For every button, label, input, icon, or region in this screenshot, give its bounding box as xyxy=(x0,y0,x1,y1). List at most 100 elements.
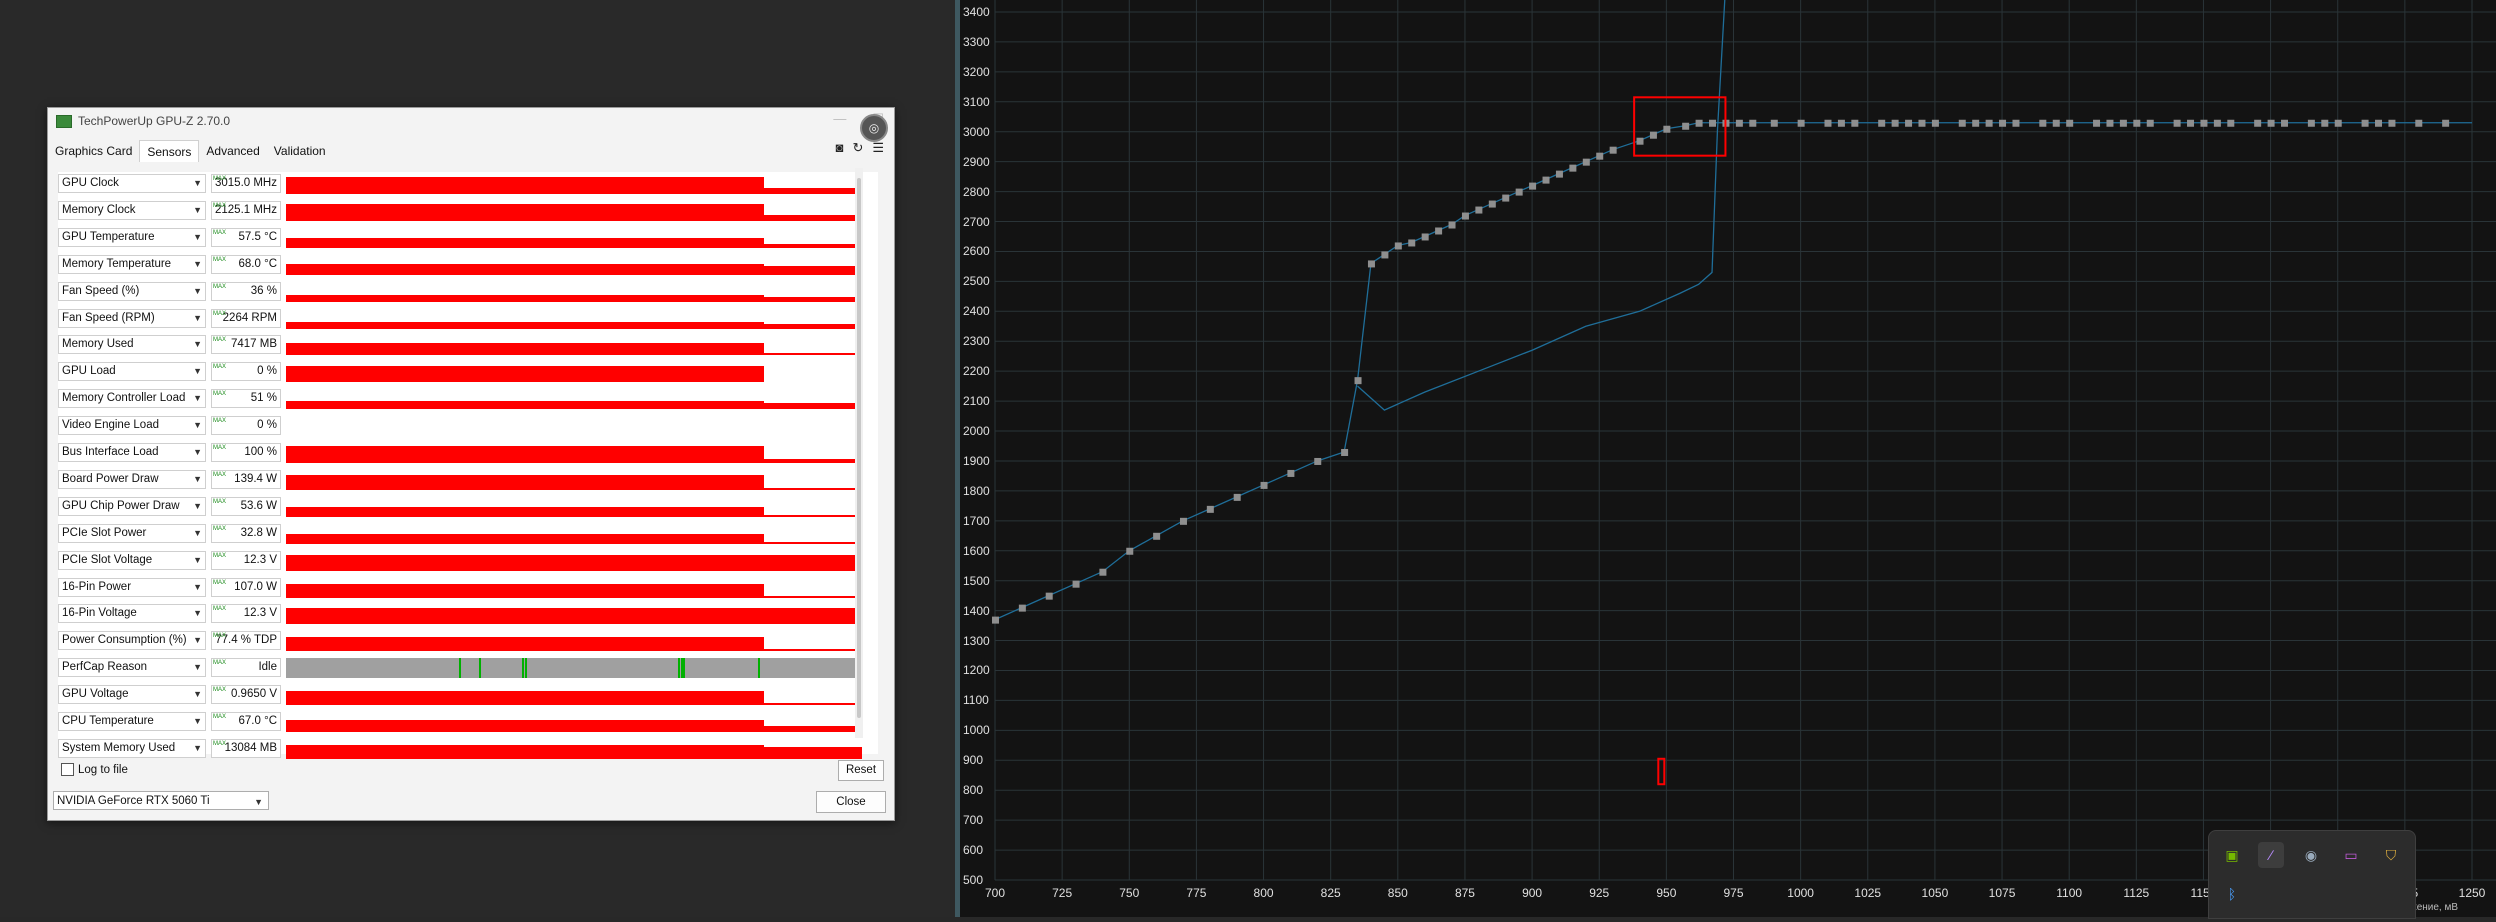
curve-point[interactable] xyxy=(1770,119,1778,127)
curve-point[interactable] xyxy=(1475,206,1483,214)
curve-point[interactable] xyxy=(1529,182,1537,190)
log-checkbox[interactable] xyxy=(61,763,74,776)
curve-point[interactable] xyxy=(1555,170,1563,178)
curve-point[interactable] xyxy=(2281,119,2289,127)
curve-point[interactable] xyxy=(1972,119,1980,127)
sensor-name-dropdown[interactable]: 16-Pin Power ▼ xyxy=(58,577,206,597)
tab-validation[interactable]: Validation xyxy=(267,140,333,162)
curve-point[interactable] xyxy=(1099,568,1107,576)
curve-point[interactable] xyxy=(992,616,999,624)
curve-point[interactable] xyxy=(2187,119,2195,127)
curve-point[interactable] xyxy=(2321,119,2329,127)
curve-point[interactable] xyxy=(1260,481,1268,489)
curve-point[interactable] xyxy=(2039,119,2047,127)
sensor-name-dropdown[interactable]: Memory Used ▼ xyxy=(58,335,206,355)
sensor-name-dropdown[interactable]: 16-Pin Voltage ▼ xyxy=(58,604,206,624)
sensor-name-dropdown[interactable]: CPU Temperature ▼ xyxy=(58,712,206,731)
gpu-select[interactable]: NVIDIA GeForce RTX 5060 Ti ▼ xyxy=(53,791,269,810)
curve-point[interactable] xyxy=(1018,604,1026,612)
curve-point[interactable] xyxy=(1367,260,1375,268)
gpuz-logo-icon[interactable]: ◎ xyxy=(860,114,888,142)
curve-point[interactable] xyxy=(2361,119,2369,127)
curve-point[interactable] xyxy=(2012,119,2020,127)
camera-icon[interactable]: ◙ xyxy=(836,140,844,156)
refresh-icon[interactable]: ↻ xyxy=(852,140,863,156)
curve-point[interactable] xyxy=(2213,119,2221,127)
curve-point[interactable] xyxy=(2066,119,2074,127)
curve-point[interactable] xyxy=(2200,119,2208,127)
reset-button[interactable]: Reset xyxy=(838,760,884,781)
sensor-name-dropdown[interactable]: GPU Clock ▼ xyxy=(58,174,206,193)
curve-point[interactable] xyxy=(1045,592,1053,600)
curve-point[interactable] xyxy=(1918,119,1926,127)
curve-point[interactable] xyxy=(2133,119,2141,127)
curve-point[interactable] xyxy=(1931,119,1939,127)
sensor-name-dropdown[interactable]: GPU Voltage ▼ xyxy=(58,685,206,705)
minimize-button[interactable]: — xyxy=(833,111,846,127)
tab-advanced[interactable]: Advanced xyxy=(199,140,266,162)
curve-point[interactable] xyxy=(2375,119,2383,127)
curve-point[interactable] xyxy=(1649,131,1657,139)
sensor-name-dropdown[interactable]: GPU Chip Power Draw ▼ xyxy=(58,496,206,516)
sensor-name-dropdown[interactable]: Board Power Draw ▼ xyxy=(58,469,206,489)
nvidia-icon[interactable]: ▣ xyxy=(2219,842,2245,868)
curve-point[interactable] xyxy=(2227,119,2235,127)
sensor-scrollbar[interactable] xyxy=(855,168,863,738)
curve-point[interactable] xyxy=(2254,119,2262,127)
sensor-name-dropdown[interactable]: PCIe Slot Voltage ▼ xyxy=(58,550,206,570)
curve-point[interactable] xyxy=(1421,233,1429,241)
sensor-name-dropdown[interactable]: Memory Controller Load ▼ xyxy=(58,389,206,409)
sensor-name-dropdown[interactable]: Fan Speed (RPM) ▼ xyxy=(58,308,206,328)
curve-point[interactable] xyxy=(1179,517,1187,525)
curve-point[interactable] xyxy=(1206,505,1214,513)
globe-icon[interactable]: ◉ xyxy=(2298,842,2324,868)
curve-point[interactable] xyxy=(1461,212,1469,220)
curve-point[interactable] xyxy=(1985,119,1993,127)
sensor-name-dropdown[interactable]: Fan Speed (%) ▼ xyxy=(58,281,206,301)
curve-point[interactable] xyxy=(1582,158,1590,166)
curve-point[interactable] xyxy=(1381,251,1389,259)
curve-point[interactable] xyxy=(1569,164,1577,172)
curve-point[interactable] xyxy=(1488,200,1496,208)
sensor-name-dropdown[interactable]: PCIe Slot Power ▼ xyxy=(58,523,206,543)
pen-icon[interactable]: ∕ xyxy=(2258,842,2284,868)
log-to-file[interactable]: Log to file xyxy=(61,763,128,776)
curve-point[interactable] xyxy=(1824,119,1832,127)
curve-point[interactable] xyxy=(2093,119,2101,127)
curve-point[interactable] xyxy=(1341,448,1349,456)
curve-point[interactable] xyxy=(1851,119,1859,127)
curve-point[interactable] xyxy=(1905,119,1913,127)
curve-point[interactable] xyxy=(1287,469,1295,477)
curve-point[interactable] xyxy=(1695,119,1703,127)
curve-point[interactable] xyxy=(1609,146,1617,154)
curve-point[interactable] xyxy=(1999,119,2007,127)
curve-point[interactable] xyxy=(1126,547,1134,555)
vf-curve-editor[interactable]: 500 600 700 800 900 1000 1100 1200 1300 1400 1500 1… xyxy=(960,0,2496,917)
display-icon[interactable]: ▭ xyxy=(2338,842,2364,868)
close-button[interactable]: Close xyxy=(816,791,886,813)
sensor-name-dropdown[interactable]: GPU Temperature ▼ xyxy=(58,227,206,247)
curve-point[interactable] xyxy=(1682,122,1690,130)
menu-icon[interactable]: ☰ xyxy=(872,140,884,156)
curve-point[interactable] xyxy=(1636,137,1644,145)
bluetooth-icon[interactable]: ᛒ xyxy=(2219,881,2245,907)
curve-point[interactable] xyxy=(1072,580,1080,588)
sensor-name-dropdown[interactable]: GPU Load ▼ xyxy=(58,362,206,382)
sensor-name-dropdown[interactable]: Memory Temperature ▼ xyxy=(58,254,206,274)
curve-point[interactable] xyxy=(1709,119,1717,127)
curve-point[interactable] xyxy=(2307,119,2315,127)
curve-point[interactable] xyxy=(2442,119,2450,127)
curve-point[interactable] xyxy=(1314,457,1322,465)
curve-point[interactable] xyxy=(2334,119,2342,127)
curve-point[interactable] xyxy=(1596,152,1604,160)
curve-point[interactable] xyxy=(2119,119,2127,127)
curve-point[interactable] xyxy=(1394,242,1402,250)
tab-sensors[interactable]: Sensors xyxy=(139,140,200,162)
curve-point[interactable] xyxy=(2052,119,2060,127)
curve-point[interactable] xyxy=(1153,532,1161,540)
curve-point[interactable] xyxy=(1408,239,1416,247)
curve-point[interactable] xyxy=(2106,119,2114,127)
curve-point[interactable] xyxy=(1435,227,1443,235)
curve-point[interactable] xyxy=(1502,194,1510,202)
curve-point[interactable] xyxy=(1663,125,1671,133)
